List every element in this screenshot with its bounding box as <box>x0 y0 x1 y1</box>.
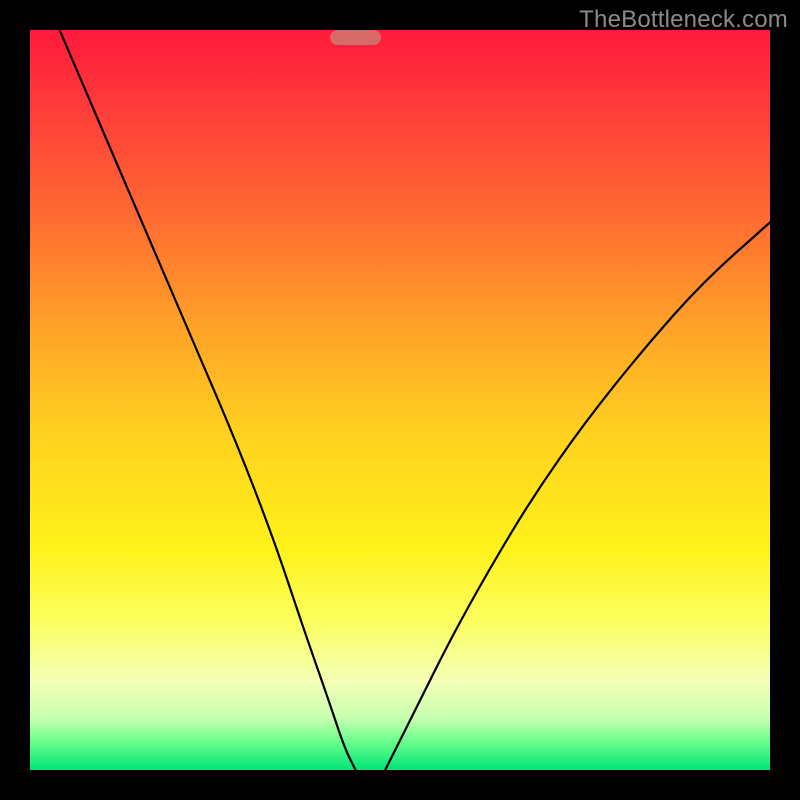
outer-frame: TheBottleneck.com <box>0 0 800 800</box>
curve-left <box>60 30 356 770</box>
curve-right <box>385 222 770 770</box>
curve-layer <box>30 30 770 770</box>
plot-area <box>30 30 770 770</box>
minimum-marker <box>330 30 382 45</box>
